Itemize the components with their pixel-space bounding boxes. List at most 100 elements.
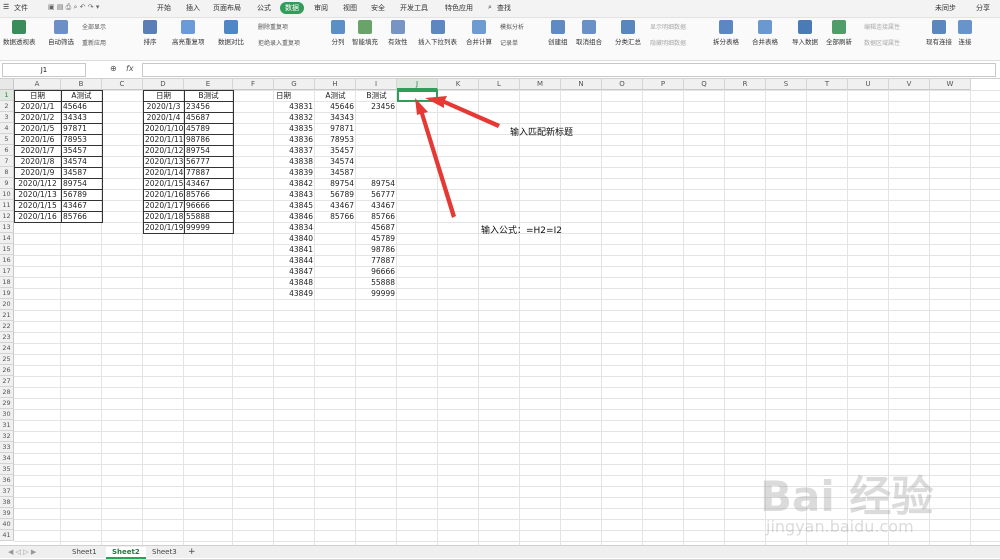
table-cell[interactable]: 43843 [274, 189, 315, 200]
table-cell[interactable] [315, 244, 356, 255]
ungroup-button[interactable]: 取消组合 [576, 20, 602, 46]
row-header[interactable]: 23 [0, 332, 14, 343]
search-label[interactable]: 查找 [497, 3, 511, 13]
table-cell[interactable]: 43839 [274, 167, 315, 178]
smart-fill-button[interactable]: 智能填充 [352, 20, 378, 46]
table-cell[interactable] [315, 255, 356, 266]
row-header[interactable]: 7 [0, 156, 14, 167]
menu-file[interactable]: 文件 [14, 3, 28, 13]
share-button[interactable]: 分享 [976, 3, 990, 13]
table-cell[interactable]: 43837 [274, 145, 315, 156]
row-header[interactable]: 36 [0, 475, 14, 486]
sheet-tab-3[interactable]: Sheet3 [146, 547, 183, 557]
split-button[interactable]: 分列 [331, 20, 345, 46]
tab-features[interactable]: 特色应用 [445, 3, 473, 13]
remove-dup-button[interactable]: 删除重复项 [258, 22, 288, 31]
merge-table-button[interactable]: 合并表格 [752, 20, 778, 46]
row-header[interactable]: 4 [0, 123, 14, 134]
table-cell[interactable]: 43844 [274, 255, 315, 266]
column-header-c[interactable]: C [102, 79, 143, 90]
table-cell[interactable]: 34574 [315, 156, 356, 167]
table-cell[interactable]: 43840 [274, 233, 315, 244]
column-header-j[interactable]: J [397, 79, 438, 90]
name-box[interactable]: J1 [2, 63, 86, 77]
table-cell[interactable]: 45646 [315, 101, 356, 112]
table-cell[interactable]: 43834 [274, 222, 315, 233]
table-cell[interactable] [356, 112, 397, 123]
row-header[interactable]: 35 [0, 464, 14, 475]
column-header-e[interactable]: E [184, 79, 233, 90]
column-header-p[interactable]: P [643, 79, 684, 90]
add-sheet-button[interactable]: + [182, 547, 202, 557]
column-header-b[interactable]: B [61, 79, 102, 90]
whatif-button[interactable]: 模拟分析 [500, 22, 524, 31]
tab-developer[interactable]: 开发工具 [400, 3, 428, 13]
row-header[interactable]: 17 [0, 266, 14, 277]
tab-insert[interactable]: 插入 [186, 3, 200, 13]
table-cell[interactable]: 97871 [315, 123, 356, 134]
table-cell[interactable] [356, 167, 397, 178]
quick-access-icons[interactable]: ▣ ▤ ⎙ ⌕ ↶ ↷ ▾ [48, 3, 99, 12]
table-cell[interactable]: 43841 [274, 244, 315, 255]
tab-view[interactable]: 视图 [343, 3, 357, 13]
row-header[interactable]: 3 [0, 112, 14, 123]
column-header-f[interactable]: F [233, 79, 274, 90]
table-cell[interactable]: 34343 [315, 112, 356, 123]
compare-button[interactable]: 数据对比 [218, 20, 244, 46]
table-cell[interactable]: A测试 [315, 90, 356, 101]
column-header-d[interactable]: D [143, 79, 184, 90]
connect-button[interactable]: 连接 [958, 20, 972, 46]
row-header[interactable]: 9 [0, 178, 14, 189]
table-cell[interactable] [356, 134, 397, 145]
table-cell[interactable]: 34587 [315, 167, 356, 178]
row-header[interactable]: 12 [0, 211, 14, 222]
row-header[interactable]: 10 [0, 189, 14, 200]
row-header[interactable]: 27 [0, 376, 14, 387]
tab-formula[interactable]: 公式 [257, 3, 271, 13]
row-header[interactable]: 6 [0, 145, 14, 156]
tab-security[interactable]: 安全 [371, 3, 385, 13]
row-header[interactable]: 31 [0, 420, 14, 431]
row-header[interactable]: 28 [0, 387, 14, 398]
tab-data[interactable]: 数据 [280, 2, 304, 14]
table-cell[interactable]: 99999 [356, 288, 397, 299]
column-header-m[interactable]: M [520, 79, 561, 90]
table-cell[interactable]: 43838 [274, 156, 315, 167]
column-header-l[interactable]: L [479, 79, 520, 90]
table-cell[interactable]: 43467 [315, 200, 356, 211]
row-header[interactable]: 32 [0, 431, 14, 442]
row-header[interactable]: 22 [0, 321, 14, 332]
row-header[interactable]: 39 [0, 508, 14, 519]
table-cell[interactable] [315, 277, 356, 288]
table-cell[interactable]: 43845 [274, 200, 315, 211]
row-header[interactable]: 2 [0, 101, 14, 112]
row-header[interactable]: 11 [0, 200, 14, 211]
table-cell[interactable]: 78953 [315, 134, 356, 145]
column-header-g[interactable]: G [274, 79, 315, 90]
import-data-button[interactable]: 导入数据 [792, 20, 818, 46]
sheet-nav-icons[interactable]: ◀ ◁ ▷ ▶ [2, 547, 42, 557]
show-all-button[interactable]: 全部显示 [82, 22, 106, 31]
table-cell[interactable]: 56777 [356, 189, 397, 200]
row-header[interactable]: 24 [0, 343, 14, 354]
row-header[interactable]: 20 [0, 299, 14, 310]
show-detail-button[interactable]: 显示明细数据 [650, 22, 686, 31]
row-header[interactable]: 30 [0, 409, 14, 420]
table-cell[interactable]: 45687 [356, 222, 397, 233]
column-header-v[interactable]: V [889, 79, 930, 90]
table-cell[interactable]: 日期 [274, 90, 315, 101]
table-cell[interactable]: 43836 [274, 134, 315, 145]
row-header[interactable]: 41 [0, 530, 14, 541]
row-header[interactable]: 25 [0, 354, 14, 365]
table-cell[interactable]: 85766 [356, 211, 397, 222]
consolidate-button[interactable]: 合并计算 [466, 20, 492, 46]
table-cell[interactable]: 43831 [274, 101, 315, 112]
column-header-n[interactable]: N [561, 79, 602, 90]
tab-review[interactable]: 审阅 [314, 3, 328, 13]
refresh-all-button[interactable]: 全部刷新 [826, 20, 852, 46]
area-attr-button[interactable]: 数据区域属性 [864, 38, 900, 47]
table-cell[interactable] [315, 288, 356, 299]
row-header[interactable]: 29 [0, 398, 14, 409]
column-header-k[interactable]: K [438, 79, 479, 90]
pivot-table-button[interactable]: 数据透视表 [3, 20, 36, 46]
